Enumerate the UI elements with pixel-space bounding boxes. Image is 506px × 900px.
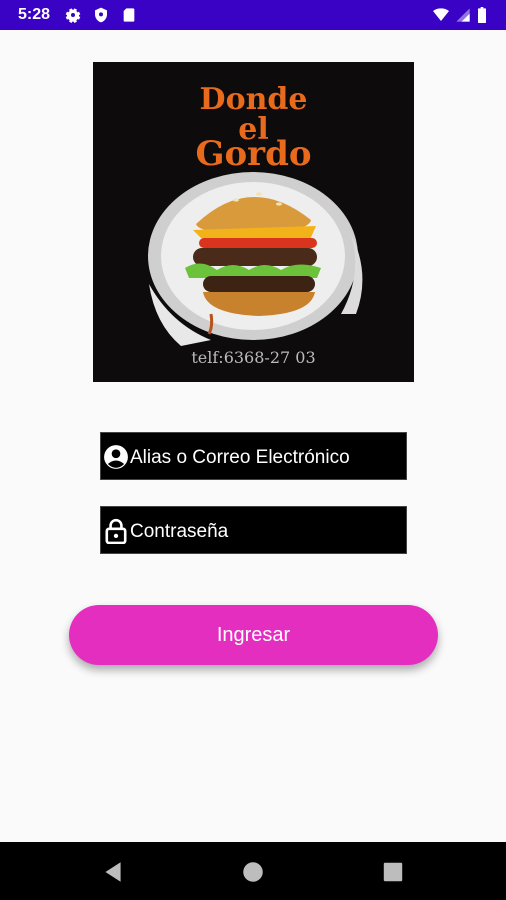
password-field[interactable]: Contraseña (100, 506, 407, 554)
username-placeholder: Alias o Correo Electrónico (130, 447, 350, 468)
navigation-bar (0, 842, 506, 900)
sim-card-icon (123, 8, 135, 22)
battery-icon (478, 7, 486, 23)
account-circle-icon (104, 445, 128, 469)
username-field[interactable]: Alias o Correo Electrónico (100, 432, 407, 480)
wifi-icon (433, 8, 449, 21)
status-bar: 5:28 (0, 0, 506, 30)
lock-icon (105, 518, 127, 544)
back-icon[interactable] (100, 859, 126, 885)
gear-icon (65, 8, 81, 23)
recents-icon[interactable] (380, 859, 406, 885)
logo-phone: telf:6368-27 03 (191, 348, 316, 367)
password-placeholder: Contraseña (130, 521, 229, 542)
home-icon[interactable] (240, 859, 266, 885)
status-time: 5:28 (18, 6, 51, 23)
restaurant-logo: Donde el Gordo telf:6368-27 03 (93, 62, 414, 382)
login-button[interactable]: Ingresar (69, 605, 438, 665)
shield-icon (95, 7, 107, 23)
burger-illustration (148, 172, 363, 346)
signal-icon (456, 8, 470, 22)
